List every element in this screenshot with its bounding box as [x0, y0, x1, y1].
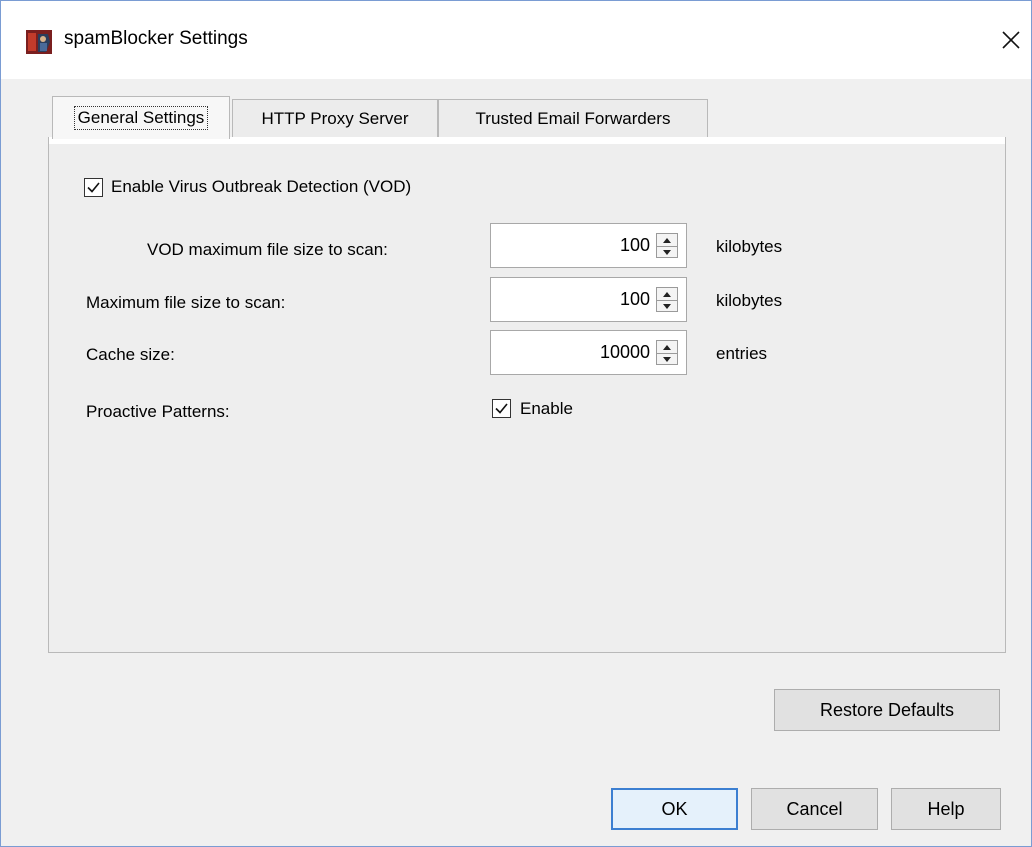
help-button[interactable]: Help — [891, 788, 1001, 830]
spinner-buttons — [656, 233, 678, 258]
spinner-buttons — [656, 287, 678, 312]
proactive-patterns-label: Proactive Patterns: — [86, 402, 230, 421]
settings-dialog: spamBlocker Settings General Settings HT… — [0, 0, 1032, 847]
tab-label: Trusted Email Forwarders — [475, 108, 671, 128]
vod-checkbox-label: Enable Virus Outbreak Detection (VOD) — [111, 177, 412, 196]
down-arrow-icon — [663, 356, 671, 362]
cache-size-unit: entries — [716, 344, 768, 363]
checkmark-icon — [87, 182, 100, 193]
general-settings-panel — [48, 137, 1006, 653]
tab-general-settings[interactable]: General Settings — [52, 96, 230, 139]
cancel-button[interactable]: Cancel — [751, 788, 878, 830]
max-size-label: Maximum file size to scan: — [86, 293, 286, 312]
restore-defaults-button[interactable]: Restore Defaults — [774, 689, 1000, 731]
proactive-enable-label: Enable — [520, 399, 573, 418]
vod-max-size-label: VOD maximum file size to scan: — [147, 240, 388, 259]
tab-label: HTTP Proxy Server — [261, 108, 409, 128]
cache-size-spinner[interactable]: 10000 — [490, 330, 687, 375]
vod-max-size-spinner[interactable]: 100 — [490, 223, 687, 268]
spinner-value: 100 — [619, 235, 650, 255]
tab-http-proxy-server[interactable]: HTTP Proxy Server — [232, 99, 438, 137]
button-label: Restore Defaults — [819, 699, 955, 720]
vod-checkbox[interactable] — [84, 178, 103, 197]
button-label: Cancel — [786, 798, 843, 819]
checkmark-icon — [495, 403, 508, 414]
down-arrow-icon — [663, 249, 671, 255]
spinner-buttons — [656, 340, 678, 365]
close-icon — [1002, 31, 1020, 49]
up-arrow-icon — [663, 344, 671, 350]
decrement-button[interactable] — [657, 353, 677, 365]
close-button[interactable] — [993, 23, 1029, 57]
max-size-unit: kilobytes — [716, 291, 783, 310]
up-arrow-icon — [663, 237, 671, 243]
cache-size-label: Cache size: — [86, 345, 175, 364]
ok-button[interactable]: OK — [611, 788, 738, 830]
down-arrow-icon — [663, 303, 671, 309]
proactive-enable-checkbox[interactable] — [492, 399, 511, 418]
tab-trusted-email-forwarders[interactable]: Trusted Email Forwarders — [438, 99, 708, 137]
vod-max-size-unit: kilobytes — [716, 237, 783, 256]
decrement-button[interactable] — [657, 246, 677, 258]
spinner-value: 10000 — [599, 342, 650, 362]
button-label: Help — [927, 798, 965, 819]
decrement-button[interactable] — [657, 300, 677, 312]
button-label: OK — [661, 798, 688, 819]
title-bar: spamBlocker Settings — [1, 1, 1031, 79]
spinner-value: 100 — [619, 289, 650, 309]
watchguard-app-icon — [26, 30, 52, 54]
tab-label: General Settings — [73, 106, 209, 130]
window-title: spamBlocker Settings — [64, 28, 248, 49]
up-arrow-icon — [663, 291, 671, 297]
max-size-spinner[interactable]: 100 — [490, 277, 687, 322]
